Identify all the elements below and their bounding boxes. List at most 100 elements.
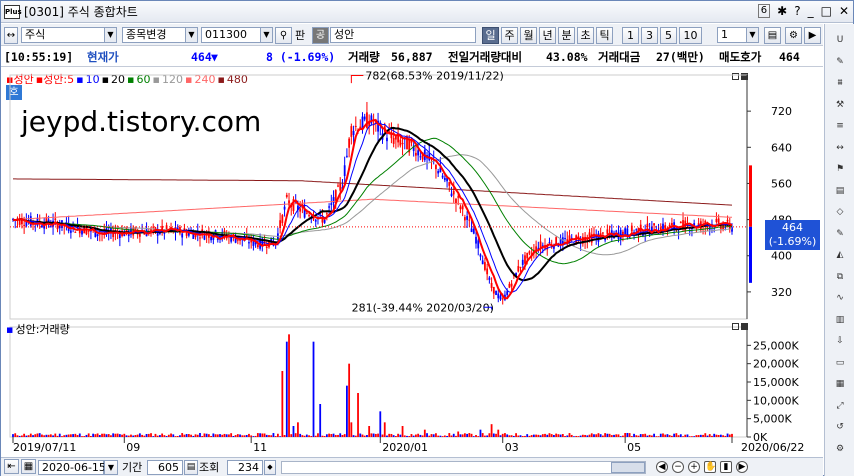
scroll-right-icon[interactable]: ▶ xyxy=(736,461,748,473)
scrollbar-track[interactable] xyxy=(281,461,646,474)
quote-time: [10:55:19] xyxy=(4,50,74,64)
chevron-down-icon[interactable]: ▼ xyxy=(746,28,758,42)
chevron-down-icon[interactable]: ▼ xyxy=(104,460,118,475)
period-button-3[interactable]: 년 xyxy=(539,27,556,44)
chart-mode-icon[interactable]: ▮ xyxy=(720,461,732,473)
period-button-1[interactable]: 주 xyxy=(501,27,518,44)
pane-maximize-icon[interactable] xyxy=(741,323,748,330)
share-button[interactable]: 공 xyxy=(312,27,329,44)
spin-icon[interactable]: ◆ xyxy=(264,460,276,475)
volume-bar xyxy=(136,434,139,437)
period-count-select[interactable]: 1 ▼ xyxy=(717,27,759,43)
market-select[interactable]: 주식 ▼ xyxy=(21,27,117,43)
period-button-5[interactable]: 초 xyxy=(577,27,594,44)
minimize-icon[interactable]: _ xyxy=(808,4,814,18)
sidebar-tool-3[interactable]: ⚒ xyxy=(829,95,851,115)
sidebar-tool-14[interactable]: ⇩ xyxy=(829,331,851,351)
volume-bar xyxy=(38,433,41,437)
sidebar-tool-11[interactable]: ⧉ xyxy=(829,267,851,287)
period-button-10[interactable]: 10 xyxy=(679,27,702,44)
candle-body xyxy=(346,155,348,157)
sidebar-tool-6[interactable]: ⚑ xyxy=(829,159,851,179)
period-button-7[interactable]: 1 xyxy=(622,27,639,44)
volume-pane-controls[interactable] xyxy=(732,323,748,330)
volume-bar xyxy=(588,434,591,437)
save-icon[interactable]: ▤ xyxy=(764,27,781,44)
volume-bar xyxy=(234,435,237,437)
help-icon[interactable]: ? xyxy=(794,4,800,18)
mode-select[interactable]: 종목변경 ▼ xyxy=(122,27,198,43)
pane-minimize-icon[interactable] xyxy=(732,323,739,330)
sidebar-tool-10[interactable]: ◭ xyxy=(829,245,851,265)
sidebar-tool-13[interactable]: ▥ xyxy=(829,310,851,330)
sidebar-tool-19[interactable]: ⚙ xyxy=(829,439,851,459)
zoom-out-icon[interactable]: − xyxy=(672,461,684,473)
candle-body xyxy=(517,266,520,272)
maximize-icon[interactable]: □ xyxy=(821,4,832,18)
period-button-4[interactable]: 분 xyxy=(558,27,575,44)
date-input[interactable]: 2020-06-15 xyxy=(38,460,106,475)
sidebar-tool-16[interactable]: ▦ xyxy=(829,374,851,394)
volume-bar xyxy=(650,435,653,437)
sidebar-tool-8[interactable]: ◇ xyxy=(829,202,851,222)
x-tick-label: 2020/06/22 xyxy=(741,441,804,454)
sidebar-tool-2[interactable]: ⩩ xyxy=(829,73,851,93)
period-button-6[interactable]: 틱 xyxy=(596,27,613,44)
scrollbar-thumb[interactable] xyxy=(611,462,645,473)
prev-next-icon[interactable]: ↔ xyxy=(4,27,18,44)
view-input[interactable]: 234 xyxy=(227,460,263,475)
lookup-icon[interactable]: ▤ xyxy=(184,460,198,475)
period-button-8[interactable]: 3 xyxy=(641,27,658,44)
zoom-in-icon[interactable]: + xyxy=(688,461,700,473)
volume-bar xyxy=(535,434,538,437)
candle-body xyxy=(415,152,417,156)
calendar-icon[interactable]: ▦ xyxy=(21,459,36,474)
period-button-0[interactable]: 일 xyxy=(482,27,499,44)
settings-icon[interactable]: ⚙ xyxy=(785,27,802,44)
volume-bar xyxy=(359,433,362,437)
volume-bar xyxy=(506,434,509,437)
sidebar-tool-7[interactable]: ▤ xyxy=(829,181,851,201)
pin-icon[interactable]: ✱ xyxy=(777,4,787,18)
stock-chart[interactable]: 720640560480400320782(68.53% 2019/11/22)… xyxy=(1,67,823,457)
volume-bar xyxy=(457,431,460,437)
price-tick-label: 320 xyxy=(771,286,792,299)
close-icon[interactable]: ✕ xyxy=(839,4,849,18)
chevron-down-icon[interactable]: ▼ xyxy=(185,28,197,42)
volume-bar xyxy=(76,435,79,437)
volume-bar xyxy=(85,434,88,437)
volume-bar xyxy=(526,434,529,437)
period-input[interactable]: 605 xyxy=(147,460,183,475)
sidebar-tool-4[interactable]: ≡ xyxy=(829,116,851,136)
scroll-right-icon[interactable]: ▶ xyxy=(804,27,821,44)
sidebar-tool-17[interactable]: ⤢ xyxy=(829,396,851,416)
search-icon[interactable]: ⚲ xyxy=(275,27,292,44)
volume-bar xyxy=(630,436,633,437)
scroll-left-icon[interactable]: ◀ xyxy=(656,461,668,473)
pan-label[interactable]: 판 xyxy=(295,28,305,43)
stock-code-input[interactable]: 011300 ▼ xyxy=(201,27,273,43)
sidebar-tool-18[interactable]: ↺ xyxy=(829,417,851,437)
candle-body xyxy=(501,298,504,300)
sidebar-tool-12[interactable]: ∿ xyxy=(829,288,851,308)
sidebar-tool-1[interactable]: ✎ xyxy=(829,52,851,72)
sidebar-tool-5[interactable]: ↔ xyxy=(829,138,851,158)
period-button-2[interactable]: 월 xyxy=(520,27,537,44)
volume-bar xyxy=(27,435,30,437)
hand-icon[interactable]: ✋ xyxy=(704,461,716,473)
volume-bar xyxy=(288,334,290,437)
chevron-down-icon[interactable]: ▼ xyxy=(260,28,272,42)
volume-bar xyxy=(573,436,575,437)
candle-body xyxy=(486,268,489,275)
volume-bar xyxy=(72,434,75,437)
chevron-down-icon[interactable]: ▼ xyxy=(104,28,116,42)
sidebar-tool-0[interactable]: U xyxy=(829,30,851,50)
volume-bar xyxy=(459,434,462,437)
screen-number-badge[interactable]: 6 xyxy=(757,4,771,18)
sidebar-tool-15[interactable]: ▭ xyxy=(829,353,851,373)
period-button-9[interactable]: 5 xyxy=(660,27,677,44)
sidebar-tool-9[interactable]: ✎ xyxy=(829,224,851,244)
expand-left-icon[interactable]: ⇤ xyxy=(4,459,19,474)
volume-bar xyxy=(29,433,32,437)
candle-body xyxy=(283,206,286,210)
